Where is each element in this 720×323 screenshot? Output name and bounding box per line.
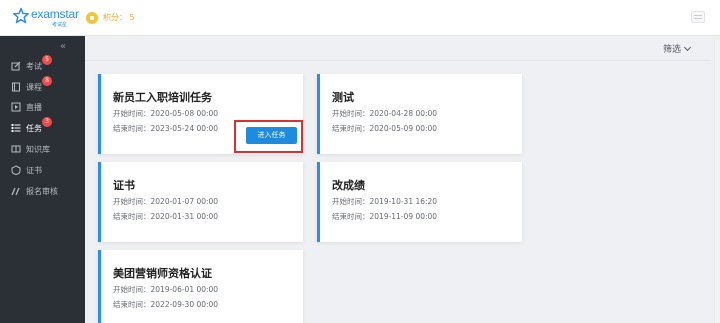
edit-icon: [11, 61, 21, 71]
highlight-box: [234, 120, 303, 153]
task-start-time: 开始时间：2019-10-31 16:20: [332, 197, 438, 206]
library-icon: [11, 145, 21, 153]
task-card[interactable]: 改成绩 开始时间：2019-10-31 16:20 结束时间：2019-11-0…: [317, 162, 522, 242]
sidebar-item-knowledge-base[interactable]: 知识库: [0, 139, 85, 159]
sidebar-item-exam[interactable]: 考试 5: [0, 55, 85, 76]
task-count-badge: 3: [42, 117, 52, 127]
task-title: 改成绩: [332, 179, 365, 192]
live-icon: [11, 102, 21, 112]
audit-icon: [11, 187, 20, 196]
coin-icon: [86, 12, 98, 24]
avatar[interactable]: [691, 11, 705, 23]
sidebar-item-certificate[interactable]: 证书: [0, 160, 85, 180]
task-card[interactable]: 测试 开始时间：2020-04-28 00:00 结束时间：2020-05-09…: [317, 74, 522, 154]
sidebar-item-label: 报名审核: [26, 187, 58, 196]
task-start-time: 开始时间：2020-04-28 00:00: [332, 109, 438, 118]
divider: [85, 60, 711, 61]
book-icon: [12, 82, 20, 92]
sidebar-item-label: 证书: [26, 166, 42, 175]
top-bar: examstar 考试星 积分： 5: [0, 0, 720, 36]
chevron-down-icon: [683, 43, 692, 52]
sidebar: « 考试 5 课程 8 直播 任务 3 知识库 证书 报名审核: [0, 36, 85, 323]
exam-count-badge: 5: [42, 55, 52, 65]
star-logo-icon: [13, 7, 29, 24]
task-start-time: 开始时间：2020-05-08 00:00: [113, 109, 219, 118]
task-card[interactable]: 美团营销师资格认证 开始时间：2019-06-01 00:00 结束时间：202…: [98, 250, 303, 323]
task-end-time: 结束时间：2020-05-09 00:00: [332, 124, 438, 133]
task-end-time: 结束时间：2022-09-30 00:00: [113, 300, 219, 309]
task-title: 测试: [332, 91, 354, 104]
scrollbar[interactable]: [714, 40, 720, 323]
collapse-sidebar-icon[interactable]: «: [60, 41, 66, 52]
logo-subtitle: 考试星: [52, 22, 68, 28]
task-start-time: 开始时间：2020-01-07 00:00: [113, 197, 219, 206]
sidebar-item-course[interactable]: 课程 8: [0, 76, 85, 97]
sidebar-item-live[interactable]: 直播: [0, 97, 85, 117]
sidebar-item-label: 考试: [26, 62, 42, 71]
course-count-badge: 8: [42, 76, 52, 86]
list-icon: [11, 124, 21, 132]
sidebar-item-label: 任务: [26, 124, 42, 133]
logo-text: examstar: [31, 7, 79, 21]
points-display: 积分： 5: [103, 13, 135, 22]
main-content: 筛选 新员工入职培训任务 开始时间：2020-05-08 00:00 结束时间：…: [85, 36, 720, 323]
filter-label: 筛选: [662, 45, 681, 55]
task-end-time: 结束时间：2023-05-24 00:00: [113, 124, 219, 133]
sidebar-item-label: 直播: [26, 103, 42, 112]
certificate-icon: [11, 165, 21, 175]
task-end-time: 结束时间：2019-11-09 00:00: [332, 212, 438, 221]
sidebar-item-label: 知识库: [26, 145, 50, 154]
examstar-logo[interactable]: examstar 考试星: [12, 6, 79, 30]
task-end-time: 结束时间：2020-01-31 00:00: [113, 212, 219, 221]
sidebar-item-label: 课程: [26, 83, 42, 92]
sidebar-item-task[interactable]: 任务 3: [0, 117, 85, 138]
task-title: 证书: [113, 179, 135, 192]
task-title: 美团营销师资格认证: [113, 267, 212, 280]
task-title: 新员工入职培训任务: [113, 91, 212, 104]
filter-dropdown[interactable]: 筛选: [662, 42, 692, 55]
sidebar-item-enrollment-review[interactable]: 报名审核: [0, 181, 85, 201]
task-start-time: 开始时间：2019-06-01 00:00: [113, 285, 219, 294]
task-card[interactable]: 证书 开始时间：2020-01-07 00:00 结束时间：2020-01-31…: [98, 162, 303, 242]
